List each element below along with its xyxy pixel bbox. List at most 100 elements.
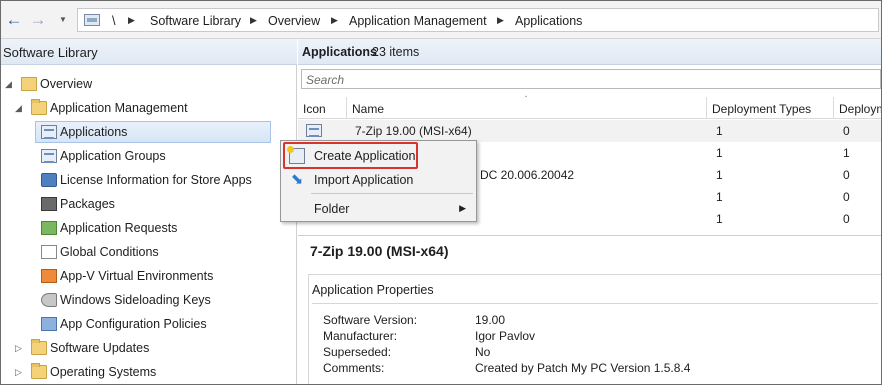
column-header-deployments[interactable]: Deploym — [834, 97, 881, 119]
tree-item-label: Software Updates — [50, 341, 150, 355]
menu-separator — [311, 193, 473, 194]
cell-name: 7-Zip 19.00 (MSI-x64) — [355, 124, 472, 138]
cell-deployment-types: 1 — [716, 146, 723, 160]
tree-item-application-requests[interactable]: Application Requests — [1, 217, 297, 239]
tree-item-label: Global Conditions — [60, 245, 159, 259]
submenu-arrow-icon: ▶ — [459, 203, 466, 213]
properties-divider — [312, 303, 878, 304]
cell-name: DC 20.006.20042 — [480, 168, 575, 182]
tree-item-application-groups[interactable]: Application Groups — [1, 145, 297, 167]
global-conditions-icon — [41, 245, 57, 259]
tree-item-label: Applications — [60, 125, 128, 139]
history-dropdown-icon[interactable]: ▼ — [59, 15, 67, 24]
tree-item-application-management[interactable]: ◢ Application Management — [1, 97, 297, 119]
tree-item-overview[interactable]: ◢ Overview — [1, 73, 297, 95]
console-window: ← → ▼ \ ▶ Software Library ▶ Overview ▶ … — [0, 0, 882, 385]
import-icon: ⬊ — [290, 171, 304, 188]
address-bar: ← → ▼ \ ▶ Software Library ▶ Overview ▶ … — [1, 1, 881, 39]
tree-item-packages[interactable]: Packages — [1, 193, 297, 215]
prop-value-comments: Created by Patch My PC Version 1.5.8.4 — [475, 361, 691, 375]
menu-item-label: Folder — [314, 202, 350, 216]
expand-arrow-icon[interactable]: ▷ — [15, 367, 22, 378]
breadcrumb-separator-icon[interactable]: ▶ — [497, 15, 504, 26]
tree-item-label: Windows Sideloading Keys — [60, 293, 211, 307]
request-icon — [41, 221, 57, 235]
search-input[interactable]: Search — [301, 69, 881, 89]
folder-icon — [31, 99, 47, 115]
grid-header: Icon Name Deployment Types Deploym — [298, 97, 881, 119]
tree-item-label: Overview — [40, 77, 93, 91]
search-placeholder: Search — [306, 73, 345, 87]
callout-highlight-box — [283, 142, 418, 169]
cell-deployments: 0 — [843, 168, 850, 182]
column-header-name[interactable]: Name — [347, 97, 707, 119]
details-divider[interactable] — [298, 235, 881, 236]
folder-icon — [21, 77, 37, 91]
menu-item-import-application[interactable]: ⬊ Import Application — [281, 168, 476, 192]
folder-icon — [31, 363, 47, 379]
tree-item-label: License Information for Store Apps — [60, 173, 252, 187]
tree-item-label: App Configuration Policies — [60, 317, 207, 331]
tree-item-label: Application Requests — [60, 221, 178, 235]
prop-label-version: Software Version: — [323, 313, 418, 327]
column-header-icon[interactable]: Icon — [298, 97, 347, 119]
table-row[interactable]: 7-Zip 19.00 (MSI-x64) 1 0 — [298, 120, 881, 142]
config-policy-icon — [41, 317, 57, 331]
folder-icon — [31, 339, 47, 355]
results-title: Applications — [302, 45, 378, 59]
tree-item-appv-environments[interactable]: App-V Virtual Environments — [1, 265, 297, 287]
collapse-arrow-icon[interactable]: ◢ — [5, 79, 12, 90]
breadcrumb-separator-icon[interactable]: ▶ — [128, 15, 135, 26]
prop-value-version: 19.00 — [475, 313, 506, 327]
cell-deployment-types: 1 — [716, 168, 723, 182]
tree-item-operating-systems[interactable]: ▷ Operating Systems — [1, 361, 297, 383]
cell-deployment-types: 1 — [716, 190, 723, 204]
application-icon — [41, 125, 57, 139]
back-arrow-icon[interactable]: ← — [4, 10, 24, 30]
cell-deployments: 0 — [843, 190, 850, 204]
cell-deployment-types: 1 — [716, 124, 723, 138]
menu-item-folder[interactable]: Folder ▶ — [281, 197, 476, 221]
appv-icon — [41, 269, 57, 283]
cell-deployments: 0 — [843, 124, 850, 138]
navigation-pane: Software Library ◢ Overview ◢ Applicatio… — [1, 39, 297, 384]
prop-label-comments: Comments: — [323, 361, 385, 375]
prop-value-superseded: No — [475, 345, 491, 359]
breadcrumb-overview[interactable]: Overview — [268, 14, 320, 28]
tree-item-label: Application Groups — [60, 149, 166, 163]
breadcrumb-separator-icon[interactable]: ▶ — [250, 15, 257, 26]
breadcrumb-root[interactable]: \ — [112, 14, 115, 28]
tree-item-sideloading-keys[interactable]: Windows Sideloading Keys — [1, 289, 297, 311]
results-header: Applications 23 items — [298, 39, 881, 65]
properties-title: Application Properties — [312, 283, 434, 297]
breadcrumb-separator-icon[interactable]: ▶ — [331, 15, 338, 26]
license-icon — [41, 173, 57, 187]
prop-label-superseded: Superseded: — [323, 345, 392, 359]
tree-item-label: Application Management — [50, 101, 188, 115]
expand-arrow-icon[interactable]: ▷ — [15, 343, 22, 354]
tree-item-global-conditions[interactable]: Global Conditions — [1, 241, 297, 263]
forward-arrow-icon[interactable]: → — [28, 10, 48, 30]
results-count: 23 items — [372, 45, 420, 59]
tree-item-label: Operating Systems — [50, 365, 157, 379]
tree-item-license-information[interactable]: License Information for Store Apps — [1, 169, 297, 191]
tree-item-app-config-policies[interactable]: App Configuration Policies — [1, 313, 297, 335]
application-group-icon — [41, 149, 57, 163]
navigation-pane-title: Software Library — [3, 45, 98, 60]
breadcrumb-applications[interactable]: Applications — [515, 14, 582, 28]
cell-deployment-types: 1 — [716, 212, 723, 226]
console-home-icon[interactable] — [84, 14, 100, 26]
collapse-arrow-icon[interactable]: ◢ — [15, 103, 22, 114]
breadcrumb-software-library[interactable]: Software Library — [150, 14, 241, 28]
tree-item-applications[interactable]: Applications — [1, 121, 297, 143]
prop-value-manufacturer: Igor Pavlov — [475, 329, 536, 343]
breadcrumb-application-management[interactable]: Application Management — [349, 14, 487, 28]
prop-label-manufacturer: Manufacturer: — [323, 329, 398, 343]
application-icon — [306, 124, 322, 137]
menu-item-label: Import Application — [314, 173, 414, 187]
package-icon — [41, 197, 57, 211]
tree-item-software-updates[interactable]: ▷ Software Updates — [1, 337, 297, 359]
details-title: 7-Zip 19.00 (MSI-x64) — [310, 243, 449, 259]
tree-item-label: App-V Virtual Environments — [60, 269, 214, 283]
column-header-deployment-types[interactable]: Deployment Types — [707, 97, 834, 119]
